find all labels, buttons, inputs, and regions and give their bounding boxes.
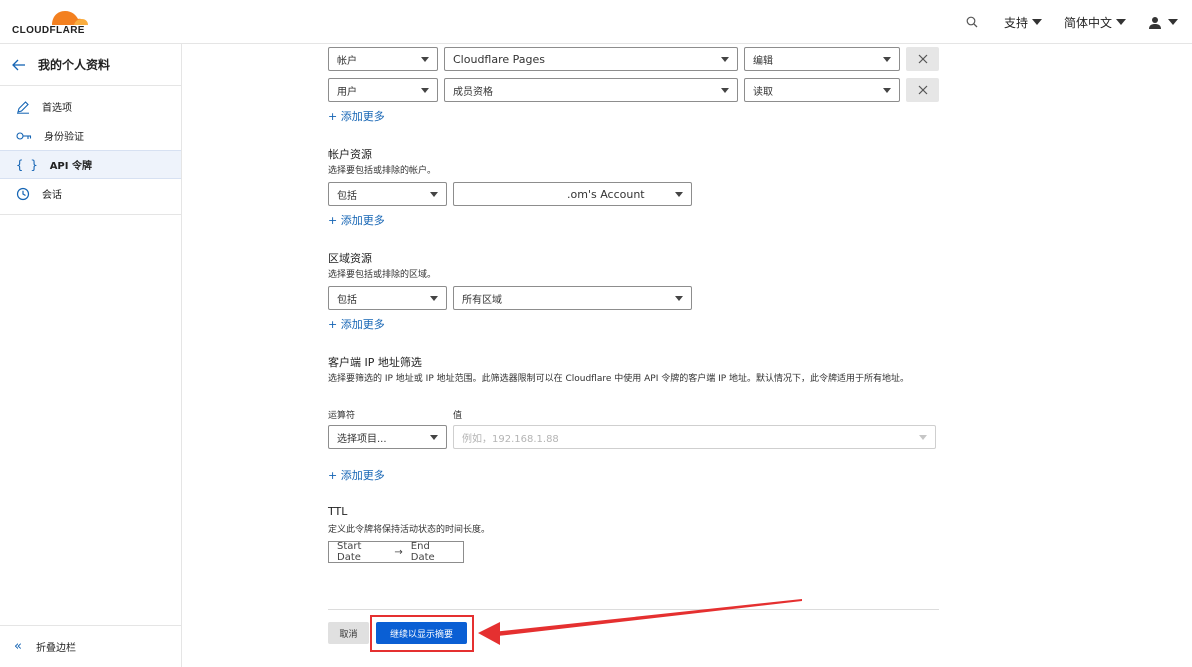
permission-resource-select[interactable]: 成员资格 — [444, 78, 738, 102]
dropdown-arrow-icon — [721, 87, 729, 93]
support-menu[interactable]: 支持 — [1004, 14, 1042, 31]
zone-resources-title: 区域资源 — [328, 252, 372, 265]
sidebar: 我的个人资料 首选项 身份验证 { } API 令牌 会话 « 折叠边栏 — [0, 44, 182, 667]
collapse-sidebar-label: 折叠边栏 — [35, 643, 76, 654]
ip-filter-desc: 选择要筛选的 IP 地址或 IP 地址范围。此筛选器限制可以在 Cloudfla… — [328, 374, 910, 384]
account-resources-title: 帐户资源 — [328, 148, 372, 161]
select-value: 帐户 — [337, 55, 357, 67]
annotation-highlight-box — [370, 615, 474, 652]
account-include-select[interactable]: 包括 — [328, 182, 447, 206]
dropdown-arrow-icon — [421, 87, 429, 93]
select-value: .om's Account — [567, 187, 645, 201]
value-label: 值 — [453, 411, 463, 421]
permission-scope-select[interactable]: 用户 — [328, 78, 438, 102]
sidebar-item-label: 身份验证 — [44, 132, 84, 143]
dropdown-arrow-icon — [430, 295, 438, 301]
dropdown-arrow-icon — [919, 434, 927, 440]
actions-divider — [328, 609, 939, 610]
main-content: 帐户 Cloudflare Pages 编辑 用户 成员资格 读取 + 添加更多… — [183, 44, 1192, 667]
arrow-right-icon: → — [394, 546, 403, 558]
chevron-down-icon — [1116, 19, 1126, 25]
permission-level-select[interactable]: 读取 — [744, 78, 900, 102]
sidebar-item-authentication[interactable]: 身份验证 — [0, 121, 181, 150]
dropdown-arrow-icon — [430, 191, 438, 197]
sidebar-item-label: 首选项 — [42, 103, 72, 114]
sidebar-item-label: API 令牌 — [49, 161, 92, 172]
sidebar-item-label: 会话 — [42, 190, 62, 201]
cloudflare-logo[interactable]: CLOUDFLARE — [12, 7, 92, 37]
dropdown-arrow-icon — [721, 56, 729, 62]
braces-icon: { } — [16, 157, 38, 172]
select-value: 包括 — [337, 294, 357, 306]
add-account-link[interactable]: + 添加更多 — [328, 212, 385, 228]
user-menu[interactable] — [1148, 16, 1178, 29]
add-ip-link[interactable]: + 添加更多 — [328, 467, 385, 483]
permission-resource-select[interactable]: Cloudflare Pages — [444, 47, 738, 71]
ip-value-input[interactable]: 例如，192.168.1.88 — [453, 425, 936, 449]
chevron-down-icon — [1168, 19, 1178, 25]
dropdown-arrow-icon — [421, 56, 429, 62]
select-value: 读取 — [753, 86, 773, 98]
clock-icon — [16, 187, 30, 200]
zone-resources-desc: 选择要包括或排除的区域。 — [328, 270, 437, 280]
user-icon — [1149, 16, 1161, 29]
sidebar-item-api-tokens[interactable]: { } API 令牌 — [0, 150, 181, 179]
language-menu[interactable]: 简体中文 — [1064, 14, 1126, 31]
logo-wordmark: CLOUDFLARE — [12, 25, 85, 36]
search-icon — [966, 16, 978, 28]
remove-permission-button[interactable] — [906, 47, 939, 71]
sidebar-title: 我的个人资料 — [38, 58, 111, 72]
zone-include-select[interactable]: 包括 — [328, 286, 447, 310]
dropdown-arrow-icon — [675, 191, 683, 197]
key-icon — [16, 131, 32, 140]
select-value: 包括 — [337, 190, 357, 202]
end-date-field[interactable]: End Date — [411, 541, 455, 563]
dropdown-arrow-icon — [883, 56, 891, 62]
language-label: 简体中文 — [1063, 15, 1112, 30]
remove-permission-button[interactable] — [906, 78, 939, 102]
back-arrow-icon[interactable] — [12, 59, 26, 71]
select-value: 编辑 — [753, 55, 773, 67]
permission-scope-select[interactable]: 帐户 — [328, 47, 438, 71]
double-chevron-left-icon: « — [14, 639, 22, 654]
dropdown-arrow-icon — [675, 295, 683, 301]
sidebar-nav: 首选项 身份验证 { } API 令牌 会话 — [0, 86, 181, 215]
account-select[interactable]: .om's Account — [453, 182, 692, 206]
zone-select[interactable]: 所有区域 — [453, 286, 692, 310]
ttl-desc: 定义此令牌将保持活动状态的时间长度。 — [328, 525, 491, 535]
select-value: Cloudflare Pages — [453, 52, 545, 66]
search-button[interactable] — [966, 16, 978, 28]
ip-operator-select[interactable]: 选择项目... — [328, 425, 447, 449]
ip-value-placeholder: 例如，192.168.1.88 — [462, 433, 559, 445]
support-label: 支持 — [1003, 15, 1028, 30]
select-value: 选择项目... — [337, 433, 387, 445]
top-bar: CLOUDFLARE 支持 简体中文 — [0, 0, 1192, 44]
account-resources-desc: 选择要包括或排除的帐户。 — [328, 166, 437, 176]
ip-filter-title: 客户端 IP 地址筛选 — [328, 356, 422, 369]
sidebar-item-sessions[interactable]: 会话 — [0, 179, 181, 208]
ttl-title: TTL — [328, 505, 348, 518]
add-permission-link[interactable]: + 添加更多 — [328, 108, 385, 124]
dropdown-arrow-icon — [430, 434, 438, 440]
close-icon — [918, 85, 927, 95]
ttl-date-range[interactable]: Start Date → End Date — [328, 541, 464, 563]
pencil-icon — [17, 100, 29, 114]
close-icon — [918, 54, 927, 64]
start-date-field[interactable]: Start Date — [337, 541, 386, 563]
permission-level-select[interactable]: 编辑 — [744, 47, 900, 71]
select-value: 成员资格 — [453, 86, 493, 98]
collapse-sidebar-button[interactable]: « 折叠边栏 — [0, 625, 181, 667]
select-value: 用户 — [337, 86, 357, 98]
operator-label: 运算符 — [328, 411, 356, 421]
chevron-down-icon — [1031, 19, 1042, 25]
dropdown-arrow-icon — [883, 87, 891, 93]
sidebar-header: 我的个人资料 — [0, 44, 181, 86]
cancel-button[interactable]: 取消 — [328, 622, 369, 644]
sidebar-item-preferences[interactable]: 首选项 — [0, 92, 181, 121]
add-zone-link[interactable]: + 添加更多 — [328, 316, 385, 332]
select-value: 所有区域 — [462, 294, 502, 306]
